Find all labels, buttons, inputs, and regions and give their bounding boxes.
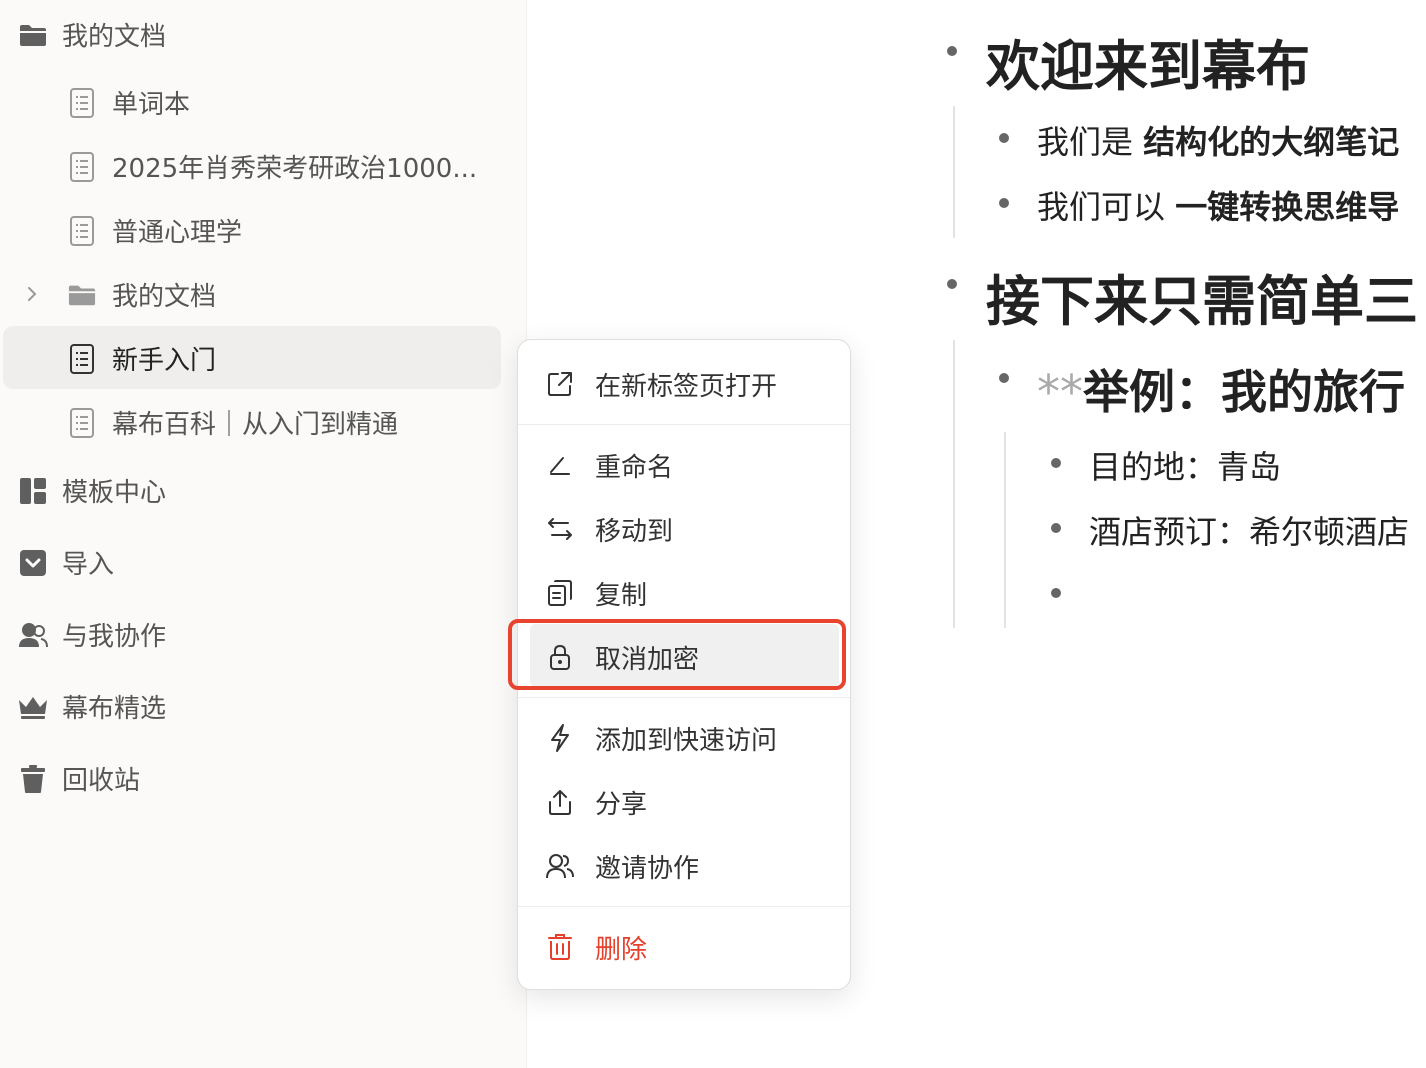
sidebar-item-getting-started[interactable]: 新手入门 xyxy=(68,340,216,377)
doc-line-structured[interactable]: 我们是 结构化的大纲笔记 xyxy=(1037,117,1399,163)
doc-text: 我们可以 xyxy=(1037,188,1176,226)
sidebar-item-trash[interactable]: 回收站 xyxy=(18,760,140,797)
collaborate-icon xyxy=(18,620,48,650)
sidebar-item-label: 普通心理学 xyxy=(112,218,243,248)
folder-icon xyxy=(18,20,48,50)
menu-item-delete[interactable]: 删除 xyxy=(518,919,852,975)
sidebar-item-vocab[interactable]: 单词本 xyxy=(68,84,190,121)
menu-divider xyxy=(518,697,850,698)
sidebar-item-templates[interactable]: 模板中心 xyxy=(18,472,166,509)
invite-users-icon xyxy=(545,851,575,881)
bullet-dot[interactable] xyxy=(999,373,1009,383)
sidebar-item-collaborate[interactable]: 与我协作 xyxy=(18,616,166,653)
sidebar-item-import[interactable]: 导入 xyxy=(18,544,114,581)
highlight-annotation-box xyxy=(508,619,846,690)
pencil-icon xyxy=(545,450,575,480)
menu-item-label: 邀请协作 xyxy=(595,853,700,884)
doc-line-mindmap[interactable]: 我们可以 一键转换思维导 xyxy=(1037,182,1399,228)
menu-item-label: 添加到快速访问 xyxy=(595,725,778,756)
sidebar-root-folder[interactable]: 我的文档 xyxy=(18,16,166,53)
trash-icon xyxy=(18,764,48,794)
sidebar-item-label: 我的文档 xyxy=(112,282,217,312)
bullet-dot-empty[interactable] xyxy=(1051,588,1061,598)
folder-icon xyxy=(68,280,96,310)
sidebar-item-label: 新手入门 xyxy=(112,346,217,376)
bullet-dot[interactable] xyxy=(947,279,957,289)
sidebar-item-label: 回收站 xyxy=(62,766,141,796)
document-icon xyxy=(68,87,96,118)
sidebar-item-label: 导入 xyxy=(62,550,115,580)
menu-item-label: 在新标签页打开 xyxy=(595,371,778,402)
external-link-icon xyxy=(545,369,575,399)
bullet-dot[interactable] xyxy=(1051,458,1061,468)
trash-icon xyxy=(545,932,575,962)
sidebar-item-subfolder[interactable]: 我的文档 xyxy=(68,276,216,313)
document-icon xyxy=(68,151,96,182)
menu-item-label: 分享 xyxy=(595,789,648,820)
menu-item-label: 删除 xyxy=(595,934,648,965)
import-icon xyxy=(18,548,48,578)
document-icon xyxy=(68,215,96,246)
doc-heading-welcome[interactable]: 欢迎来到幕布 xyxy=(986,22,1310,101)
menu-item-open-new-tab[interactable]: 在新标签页打开 xyxy=(518,356,852,412)
menu-item-rename[interactable]: 重命名 xyxy=(518,437,852,493)
doc-text-bold: 一键转换思维导 xyxy=(1175,188,1400,226)
menu-item-invite[interactable]: 邀请协作 xyxy=(518,838,852,894)
move-arrows-icon xyxy=(545,514,575,544)
indent-guide xyxy=(953,106,955,238)
sidebar-item-politics[interactable]: 2025年肖秀荣考研政治1000... xyxy=(68,148,477,185)
bullet-dot[interactable] xyxy=(947,46,957,56)
bullet-dot[interactable] xyxy=(999,198,1009,208)
menu-divider xyxy=(518,424,850,425)
sidebar-item-label: 模板中心 xyxy=(62,478,167,508)
crown-icon xyxy=(18,692,48,722)
lightning-icon xyxy=(545,723,575,753)
sidebar-item-label: 幕布精选 xyxy=(62,694,167,724)
bullet-dot[interactable] xyxy=(999,133,1009,143)
menu-item-label: 重命名 xyxy=(595,452,674,483)
sidebar-item-psychology[interactable]: 普通心理学 xyxy=(68,212,242,249)
indent-guide xyxy=(1004,432,1006,628)
sidebar: 我的文档 单词本 2025年肖秀荣考研政治1000... 普通心理学 我的文档 … xyxy=(0,0,527,1068)
doc-text: 我们是 xyxy=(1037,123,1144,161)
doc-text-bold: 举例：我的旅行 xyxy=(1083,365,1405,419)
template-icon xyxy=(18,476,48,506)
sidebar-item-label: 与我协作 xyxy=(62,622,167,652)
menu-item-move[interactable]: 移动到 xyxy=(518,501,852,557)
indent-guide xyxy=(953,340,955,628)
sidebar-item-wiki[interactable]: 幕布百科｜从入门到精通 xyxy=(68,404,398,441)
chevron-right-icon[interactable] xyxy=(26,284,40,304)
doc-line-destination[interactable]: 目的地：青岛 xyxy=(1089,442,1281,488)
doc-heading-steps[interactable]: 接下来只需简单三 xyxy=(986,257,1418,336)
doc-text-bold: 结构化的大纲笔记 xyxy=(1143,123,1400,161)
sidebar-item-label: 单词本 xyxy=(112,90,191,120)
markdown-stars: ** xyxy=(1037,365,1083,419)
menu-item-copy[interactable]: 复制 xyxy=(518,565,852,621)
sidebar-item-label: 幕布百科｜从入门到精通 xyxy=(112,410,399,440)
menu-item-label: 复制 xyxy=(595,580,648,611)
document-icon xyxy=(68,407,96,438)
sidebar-item-featured[interactable]: 幕布精选 xyxy=(18,688,166,725)
copy-icon xyxy=(545,578,575,608)
sidebar-root-folder-label: 我的文档 xyxy=(62,22,167,52)
menu-item-label: 移动到 xyxy=(595,516,674,547)
share-icon xyxy=(545,787,575,817)
menu-item-quick-access[interactable]: 添加到快速访问 xyxy=(518,710,852,766)
doc-line-hotel[interactable]: 酒店预订：希尔顿酒店 xyxy=(1089,507,1409,553)
bullet-dot[interactable] xyxy=(1051,523,1061,533)
document-icon xyxy=(68,343,96,374)
menu-divider xyxy=(518,906,850,907)
menu-item-share[interactable]: 分享 xyxy=(518,774,852,830)
sidebar-item-label: 2025年肖秀荣考研政治1000... xyxy=(112,154,478,184)
doc-heading-example[interactable]: **举例：我的旅行 xyxy=(1037,356,1405,422)
